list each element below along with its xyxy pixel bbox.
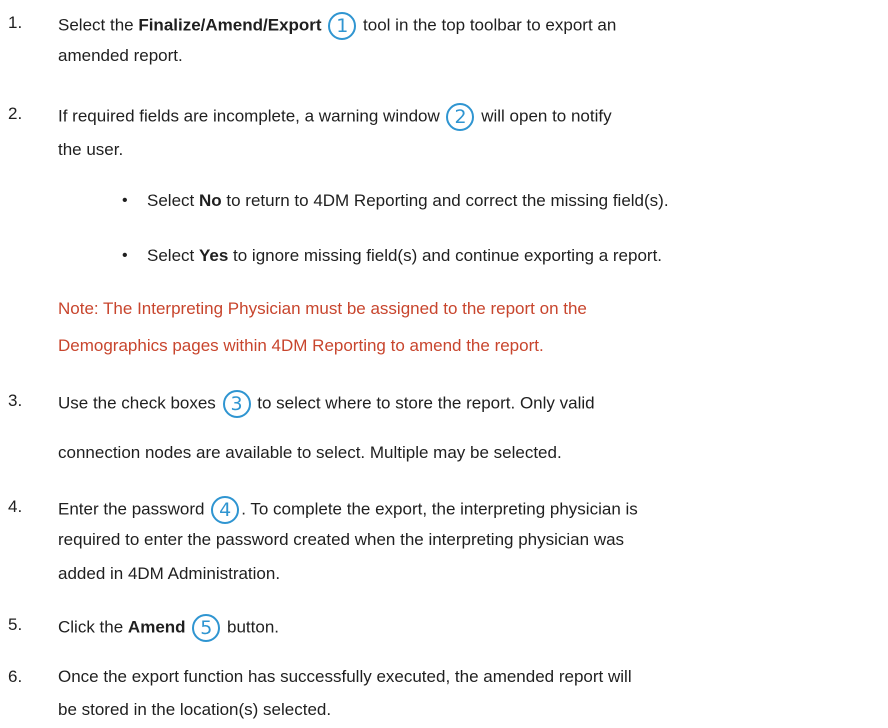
step-text: If required fields are incomplete, a war… [58, 106, 445, 126]
callout-2-icon: 2 [446, 103, 475, 131]
step-text: required to enter the password created w… [58, 530, 625, 549]
step-number: 6. [8, 667, 23, 686]
option-no: No [198, 191, 222, 210]
step-text: Enter the password [58, 499, 210, 519]
step-text: will open to notify [476, 106, 612, 126]
step-text: added in 4DM Administration. [58, 564, 281, 583]
step-text: . To complete the export, the interpreti… [241, 499, 638, 519]
step-number: 3. [8, 391, 23, 410]
bullet-text: Select [147, 191, 199, 210]
step-number: 4. [8, 497, 23, 516]
callout-4-icon: 4 [211, 496, 240, 524]
bullet-text: Select [147, 246, 199, 265]
instructions-document: 1. Select the Finalize/Amend/Export 1 to… [0, 0, 888, 728]
step-number: 5. [8, 615, 23, 634]
step-text: Once the export function has successfull… [58, 667, 632, 686]
step-text: amended report. [58, 46, 183, 65]
step-number: 1. [8, 13, 23, 32]
note-line-2: Demographics pages within 4DM Reporting … [58, 336, 544, 355]
step-text: to select where to store the report. Onl… [252, 393, 595, 413]
tool-name: Finalize/Amend/Export [138, 15, 322, 35]
bullet-text: to ignore missing field(s) and continue … [228, 246, 663, 265]
step-text: Select the [58, 15, 139, 35]
callout-5-icon: 5 [192, 614, 221, 642]
button-name: Amend [127, 617, 186, 637]
step-text: connection nodes are available to select… [58, 443, 562, 462]
note-line-1: Note: The Interpreting Physician must be… [58, 299, 587, 318]
callout-1-icon: 1 [328, 12, 357, 40]
step-text: be stored in the location(s) selected. [58, 700, 332, 719]
step-text: the user. [58, 140, 124, 159]
step-text: Use the check boxes [58, 393, 221, 413]
callout-3-icon: 3 [222, 390, 251, 418]
step-text: tool in the top toolbar to export an [358, 15, 617, 35]
step-text: button. [222, 617, 279, 637]
bullet-icon: • [122, 247, 128, 264]
step-number: 2. [8, 104, 23, 123]
option-yes: Yes [198, 246, 229, 265]
bullet-icon: • [122, 192, 128, 209]
step-text: Click the [58, 617, 128, 637]
bullet-text: to return to 4DM Reporting and correct t… [221, 191, 669, 210]
